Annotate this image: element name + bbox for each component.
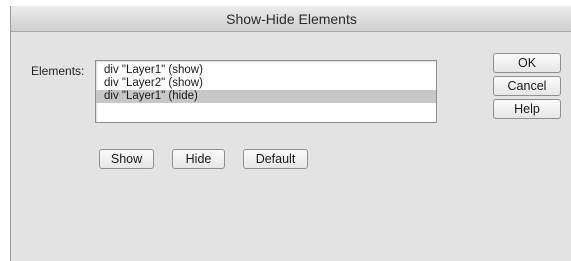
elements-label: Elements: [31, 64, 85, 78]
dialog-title: Show-Hide Elements [11, 6, 571, 32]
ok-button[interactable]: OK [493, 53, 561, 73]
show-button[interactable]: Show [99, 149, 154, 169]
elements-listbox[interactable]: div "Layer1" (show) div "Layer2" (show) … [95, 60, 437, 123]
cancel-button[interactable]: Cancel [493, 76, 561, 96]
help-button[interactable]: Help [493, 99, 561, 119]
list-item[interactable]: div "Layer2" (show) [96, 77, 436, 90]
default-button[interactable]: Default [243, 149, 308, 169]
hide-button[interactable]: Hide [172, 149, 225, 169]
list-item[interactable]: div "Layer1" (show) [96, 64, 436, 77]
list-item-selected[interactable]: div "Layer1" (hide) [96, 90, 436, 103]
show-hide-elements-dialog: Show-Hide Elements Elements: div "Layer1… [10, 6, 571, 261]
